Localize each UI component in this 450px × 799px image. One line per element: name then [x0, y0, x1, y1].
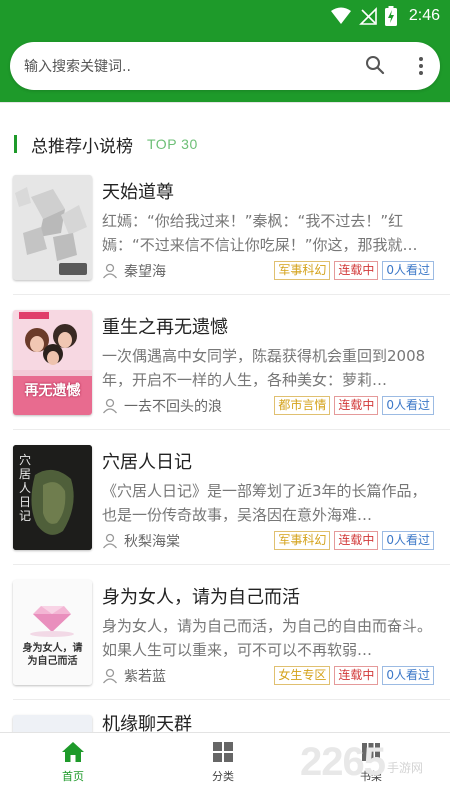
- book-description: 《穴居人日记》是一部筹划了近3年的长篇作品，也是一份传奇故事，吴洛因在意外海难…: [102, 482, 427, 524]
- book-author: 一去不回头的浪: [102, 396, 222, 416]
- user-icon: [102, 263, 118, 279]
- author-name: 秦望海: [124, 264, 166, 280]
- category-tag: 都市言情: [274, 396, 331, 415]
- reads-tag: 0人看过: [382, 261, 434, 280]
- category-tag: 女生专区: [274, 666, 331, 685]
- book-tags: 军事科幻 连载中 0人看过: [274, 531, 434, 550]
- book-description: 一次偶遇高中女同学，陈磊获得机会重回到2008年，开启不一样的人生，各种美女：萝…: [102, 347, 426, 389]
- category-tag: 军事科幻: [274, 531, 331, 550]
- section-header: 总推荐小说榜 TOP 30: [14, 133, 198, 157]
- nav-category-label: 分类: [212, 770, 234, 783]
- search-input[interactable]: 输入搜索关键词..: [24, 56, 131, 76]
- book-description: 身为女人，请为自己而活，为自己的自由而奋斗。如果人生可以重来，可不可以不再软弱…: [102, 617, 433, 659]
- book-item[interactable]: 再无遗憾 重生之再无遗憾 一次偶遇高中女同学，陈磊获得机会重回到2008年，开启…: [0, 295, 450, 430]
- reads-tag: 0人看过: [382, 396, 434, 415]
- no-signal-icon: [358, 7, 377, 25]
- header-divider: [0, 102, 450, 103]
- home-icon: [62, 742, 84, 762]
- book-cover[interactable]: 穴居人日记: [13, 445, 92, 550]
- status-tag: 连载中: [334, 261, 379, 280]
- user-icon: [102, 398, 118, 414]
- book-description: 红嫣：“你给我过来！”秦枫：“我不过去！”红嫣：“不过来信不信让你吃屎！”你这，…: [102, 212, 418, 254]
- book-item[interactable]: 身为女人，请为自己而活 身为女人，请为自己而活 身为女人，请为自己而活，为自己的…: [0, 565, 450, 700]
- book-item[interactable]: 机缘聊天群: [0, 700, 450, 732]
- watermark: 2265 手游网: [300, 742, 423, 782]
- status-tag: 连载中: [334, 666, 379, 685]
- book-cover[interactable]: 再无遗憾: [13, 310, 92, 415]
- book-title[interactable]: 穴居人日记: [102, 448, 192, 474]
- book-tags: 军事科幻 连载中 0人看过: [274, 261, 434, 280]
- section-subtitle: TOP 30: [147, 136, 198, 152]
- user-icon: [102, 533, 118, 549]
- grid-icon: [213, 742, 233, 762]
- book-tags: 女生专区 连载中 0人看过: [274, 666, 434, 685]
- reads-tag: 0人看过: [382, 531, 434, 550]
- nav-home[interactable]: 首页: [28, 741, 118, 784]
- watermark-text: 手游网: [386, 761, 423, 775]
- category-tag: 军事科幻: [274, 261, 331, 280]
- book-title[interactable]: 天始道尊: [102, 178, 174, 204]
- book-item[interactable]: 穴居人日记 穴居人日记 《穴居人日记》是一部筹划了近3年的长篇作品，也是一份传奇…: [0, 430, 450, 565]
- book-author: 秦望海: [102, 261, 166, 281]
- watermark-number: 2265: [300, 740, 386, 784]
- status-icons: 2:46: [330, 6, 440, 26]
- reads-tag: 0人看过: [382, 666, 434, 685]
- more-vert-icon[interactable]: [418, 56, 424, 76]
- cover-text: 穴居人日记: [19, 453, 32, 523]
- book-cover[interactable]: [13, 715, 92, 732]
- author-name: 一去不回头的浪: [124, 399, 222, 415]
- cover-text: 身为女人，请为自己而活: [22, 643, 83, 667]
- book-title[interactable]: 重生之再无遗憾: [102, 313, 228, 339]
- status-bar: 2:46: [0, 0, 450, 32]
- book-item[interactable]: 天始道尊 红嫣：“你给我过来！”秦枫：“我不过去！”红嫣：“不过来信不信让你吃屎…: [0, 160, 450, 295]
- nav-home-label: 首页: [62, 770, 84, 783]
- search-bar[interactable]: 输入搜索关键词..: [10, 42, 440, 90]
- section-title: 总推荐小说榜: [31, 136, 133, 157]
- author-name: 紫若蓝: [124, 669, 166, 685]
- section-accent-bar: [14, 135, 17, 153]
- wifi-icon: [330, 7, 351, 24]
- battery-charging-icon: [384, 6, 397, 26]
- author-name: 秋梨海棠: [124, 534, 180, 550]
- book-author: 秋梨海棠: [102, 531, 180, 551]
- book-title[interactable]: 身为女人，请为自己而活: [102, 583, 300, 609]
- book-tags: 都市言情 连载中 0人看过: [274, 396, 434, 415]
- search-icon[interactable]: [365, 55, 385, 75]
- book-cover[interactable]: 身为女人，请为自己而活: [13, 580, 92, 685]
- book-cover[interactable]: [13, 175, 92, 280]
- cover-text: 再无遗憾: [24, 383, 81, 399]
- status-time: 2:46: [408, 7, 440, 24]
- status-tag: 连载中: [334, 531, 379, 550]
- nav-category[interactable]: 分类: [178, 741, 268, 784]
- user-icon: [102, 668, 118, 684]
- book-title[interactable]: 机缘聊天群: [102, 710, 192, 732]
- book-author: 紫若蓝: [102, 666, 166, 686]
- status-tag: 连载中: [334, 396, 379, 415]
